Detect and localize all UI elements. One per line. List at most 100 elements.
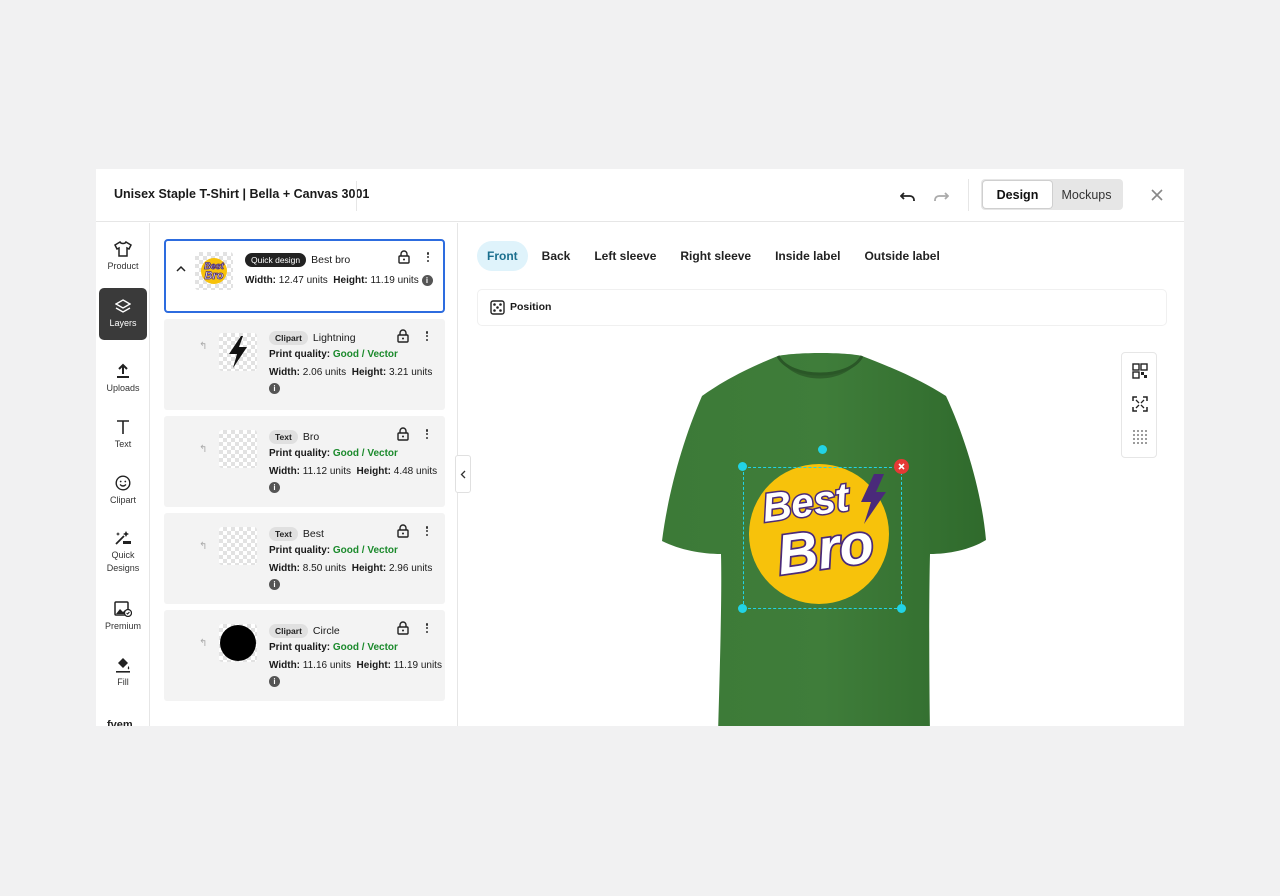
rail-item-uploads[interactable]: Uploads [99, 363, 147, 395]
layers-icon [115, 298, 131, 313]
smiley-icon [115, 475, 131, 491]
info-icon[interactable]: i [269, 383, 280, 394]
width-label: Width: [269, 660, 301, 671]
rail-item-clipart[interactable]: Clipart [99, 475, 147, 507]
rail-item-label: Premium [104, 621, 141, 631]
height-value: 2.96 units [388, 563, 433, 574]
width-value: 11.12 units [302, 466, 351, 477]
info-icon[interactable]: i [269, 482, 280, 493]
canvas-tools [1121, 352, 1157, 458]
tab-outside-label[interactable]: Outside label [854, 241, 949, 271]
rail-item-label: Clipart [109, 495, 136, 505]
mockups-tab-button[interactable]: Mockups [1052, 181, 1121, 208]
print-quality-label: Print quality: [269, 642, 331, 653]
fit-expand-icon[interactable] [1132, 396, 1148, 412]
lock-icon[interactable] [397, 524, 409, 538]
tshirt-icon [114, 241, 132, 257]
info-icon[interactable]: i [269, 579, 280, 590]
width-label: Width: [269, 367, 301, 378]
rail-item-label: Text [114, 439, 132, 449]
design-canvas[interactable]: Best Bro [478, 344, 1166, 726]
layer-name: Best bro [311, 254, 351, 266]
position-label: Position [510, 301, 552, 313]
collapse-chevron-icon[interactable] [176, 264, 186, 275]
child-indent-icon: ↰ [199, 444, 208, 455]
tab-back[interactable]: Back [532, 241, 581, 271]
rail-item-product[interactable]: Product [99, 241, 147, 273]
lock-icon[interactable] [397, 621, 409, 635]
layer-type-tag: Clipart [269, 331, 308, 345]
design-tab-button[interactable]: Design [983, 181, 1052, 208]
tab-right-sleeve[interactable]: Right sleeve [670, 241, 761, 271]
redo-icon[interactable] [930, 185, 952, 207]
layer-thumbnail [219, 430, 257, 468]
rail-item-layers[interactable]: Layers [99, 288, 147, 340]
print-quality-label: Print quality: [269, 448, 331, 459]
print-quality-value: Good / Vector [332, 642, 398, 653]
more-options-icon[interactable] [425, 250, 431, 264]
divider [356, 181, 357, 211]
top-bar: Unisex Staple T-Shirt | Bella + Canvas 3… [96, 169, 1184, 222]
layer-thumbnail [219, 527, 257, 565]
position-button[interactable]: Position [478, 290, 1166, 325]
layer-group-card[interactable]: Best Bro Quick design Best bro Width: 12.4… [164, 239, 445, 313]
undo-icon[interactable] [897, 185, 919, 207]
design-editor: Unisex Staple T-Shirt | Bella + Canvas 3… [96, 169, 1184, 726]
rail-item-label: Uploads [106, 383, 140, 393]
tab-inside-label[interactable]: Inside label [765, 241, 850, 271]
rail-item-label: Fill [117, 677, 129, 687]
placement-tabs: Front Back Left sleeve Right sleeve Insi… [477, 241, 950, 271]
layer-thumbnail: Best Bro [195, 252, 233, 290]
child-indent-icon: ↰ [199, 341, 208, 352]
delete-selection-icon[interactable] [894, 459, 909, 474]
layer-card[interactable]: ↰ Clipart Circle Print quality: Good / Ve… [164, 610, 445, 701]
tab-left-sleeve[interactable]: Left sleeve [584, 241, 666, 271]
child-indent-icon: ↰ [199, 541, 208, 552]
more-options-icon[interactable] [424, 427, 430, 441]
rail-item-premium[interactable]: Premium [99, 601, 147, 633]
layer-card[interactable]: ↰ Text Bro Print quality: Good / Vector W… [164, 416, 445, 507]
lock-icon[interactable] [397, 329, 409, 343]
info-icon[interactable]: i [269, 676, 280, 687]
close-icon[interactable] [1148, 186, 1166, 204]
info-icon[interactable]: i [421, 275, 433, 286]
print-quality-value: Good / Vector [332, 448, 398, 459]
layer-card[interactable]: ↰ Text Best Print quality: Good / Vector … [164, 513, 445, 604]
tool-rail: Product Layers Uploads Text Clipart Quic… [96, 223, 150, 726]
rail-item-partial: fvem [107, 719, 133, 726]
rail-item-fill[interactable]: Fill [99, 657, 147, 689]
width-label: Width: [269, 563, 301, 574]
more-options-icon[interactable] [424, 524, 430, 538]
more-options-icon[interactable] [424, 329, 430, 343]
tab-front[interactable]: Front [477, 241, 528, 271]
print-quality-value: Good / Vector [332, 349, 398, 360]
width-label: Width: [269, 466, 301, 477]
resize-handle[interactable] [897, 604, 906, 613]
width-value: 2.06 units [302, 367, 347, 378]
more-options-icon[interactable] [424, 621, 430, 635]
layer-name: Bro [302, 431, 320, 443]
lock-icon[interactable] [398, 250, 410, 264]
mode-toggle: Design Mockups [981, 179, 1123, 210]
resize-handle[interactable] [738, 604, 747, 613]
layer-name: Circle [312, 625, 340, 637]
rotate-handle[interactable] [818, 445, 827, 454]
width-value: 8.50 units [302, 563, 347, 574]
layer-type-tag: Text [269, 527, 298, 541]
height-label: Height: [351, 563, 387, 574]
product-title: Unisex Staple T-Shirt | Bella + Canvas 3… [114, 187, 370, 201]
child-indent-icon: ↰ [199, 638, 208, 649]
dot-grid-icon[interactable] [1132, 429, 1148, 445]
qr-grid-icon[interactable] [1132, 363, 1148, 379]
lock-icon[interactable] [397, 427, 409, 441]
print-quality-label: Print quality: [269, 545, 331, 556]
resize-handle[interactable] [738, 462, 747, 471]
selection-frame[interactable] [743, 467, 902, 609]
layer-thumbnail [219, 624, 257, 662]
rail-item-quick-designs[interactable]: Quick Designs [99, 530, 147, 575]
collapse-panel-button[interactable] [455, 455, 471, 493]
rail-item-text[interactable]: Text [99, 419, 147, 451]
height-label: Height: [356, 660, 391, 671]
layer-thumbnail [219, 333, 257, 371]
layer-card[interactable]: ↰ Clipart Lightning Print quality: Good /… [164, 319, 445, 410]
